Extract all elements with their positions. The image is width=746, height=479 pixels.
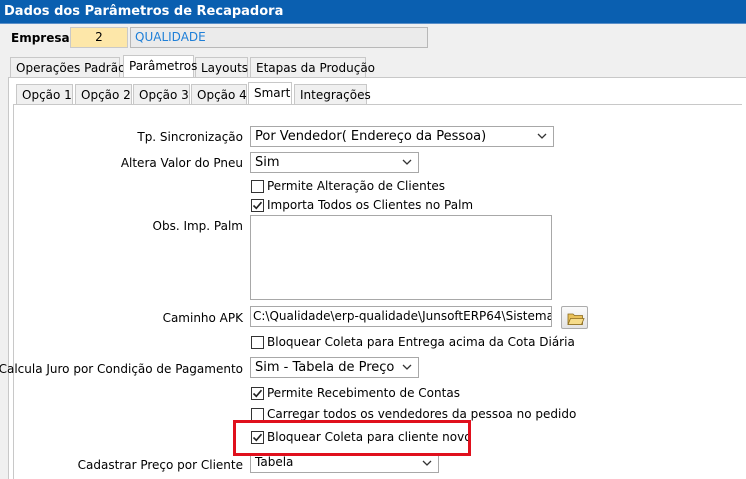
tab-etapas-producao[interactable]: Etapas da Produção: [250, 57, 375, 77]
chevron-down-icon: [402, 159, 412, 165]
empresa-code-field[interactable]: 2: [70, 27, 128, 48]
altera-valor-pneu-label: Altera Valor do Pneu: [120, 156, 243, 170]
cadastrar-preco-cliente-label: Cadastrar Preço por Cliente: [77, 458, 243, 472]
bloquear-coleta-cota-label: Bloquear Coleta para Entrega acima da Co…: [267, 335, 575, 349]
permite-recebimento-contas-checkbox[interactable]: [251, 387, 264, 400]
altera-valor-pneu-select[interactable]: Sim: [250, 152, 419, 173]
checkmark-icon: [252, 201, 263, 210]
permite-alteracao-clientes-label: Permite Alteração de Clientes: [267, 179, 446, 193]
tab-opcao-4[interactable]: Opção 4: [191, 84, 247, 104]
cadastrar-preco-cliente-select[interactable]: Tabela: [250, 453, 439, 473]
tp-sincronizacao-select[interactable]: Por Vendedor( Endereço da Pessoa): [250, 126, 554, 147]
empresa-name-field: QUALIDADE: [130, 27, 428, 48]
bloquear-coleta-cota-checkbox[interactable]: [251, 336, 264, 349]
chevron-down-icon: [537, 133, 547, 139]
obs-imp-palm-textarea[interactable]: [250, 215, 552, 300]
highlight-box: [233, 420, 471, 456]
tp-sincronizacao-label: Tp. Sincronização: [137, 130, 243, 144]
calcula-juro-label: Calcula Juro por Condição de Pagamento: [0, 362, 243, 376]
importa-todos-clientes-label: Importa Todos os Clientes no Palm: [267, 198, 474, 212]
calcula-juro-select[interactable]: Sim - Tabela de Preço: [250, 357, 419, 378]
cadastrar-preco-cliente-value: Tabela: [255, 455, 294, 469]
tp-sincronizacao-value: Por Vendedor( Endereço da Pessoa): [255, 129, 487, 144]
chevron-down-icon: [402, 364, 412, 370]
tab-opcao-1[interactable]: Opção 1: [16, 84, 73, 104]
tab-parametros[interactable]: Parâmetros: [123, 55, 197, 77]
browse-folder-button[interactable]: [561, 306, 588, 329]
tab-opcao-2[interactable]: Opção 2: [75, 84, 132, 104]
folder-open-icon: [567, 313, 585, 325]
checkmark-icon: [252, 389, 263, 398]
chevron-down-icon: [422, 460, 432, 466]
tab-smart[interactable]: Smart: [248, 82, 292, 104]
caminho-apk-label: Caminho APK: [162, 311, 243, 325]
tab-opcao-3[interactable]: Opção 3: [133, 84, 190, 104]
obs-imp-palm-label: Obs. Imp. Palm: [152, 219, 244, 233]
window-titlebar: Dados dos Parâmetros de Recapadora: [0, 0, 746, 24]
tab-integracoes[interactable]: Integrações: [294, 84, 371, 104]
altera-valor-pneu-value: Sim: [255, 155, 280, 170]
empresa-label: Empresa: [11, 31, 70, 45]
tab-operacoes-padrao[interactable]: Operações Padrão: [10, 57, 125, 77]
tab-layouts[interactable]: Layouts: [195, 57, 248, 77]
calcula-juro-value: Sim - Tabela de Preço: [255, 360, 395, 375]
permite-recebimento-contas-label: Permite Recebimento de Contas: [267, 386, 460, 400]
permite-alteracao-clientes-checkbox[interactable]: [251, 180, 264, 193]
carregar-todos-vendedores-label: Carregar todos os vendedores da pessoa n…: [267, 407, 577, 421]
window-title: Dados dos Parâmetros de Recapadora: [4, 4, 284, 19]
importa-todos-clientes-checkbox[interactable]: [251, 199, 264, 212]
caminho-apk-input[interactable]: C:\Qualidade\erp-qualidade\JunsoftERP64\…: [250, 306, 552, 327]
